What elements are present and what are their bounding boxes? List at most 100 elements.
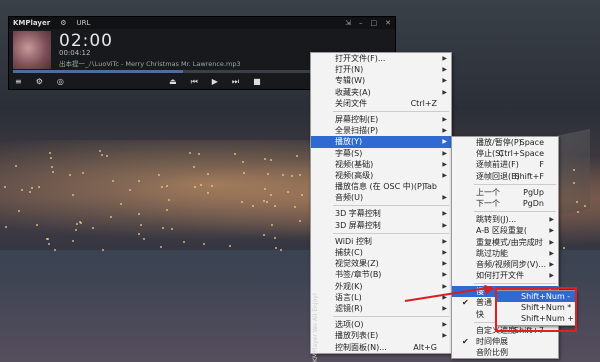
pin-icon[interactable]: ⇲ [345,19,351,27]
submenu-arrow-icon: ▶ [442,171,447,179]
submenu-arrow-icon: ▶ [442,321,447,329]
url-tab[interactable]: URL [76,19,90,27]
light-dot [194,185,197,188]
play-menu-item[interactable]: 逐帧前进(F) F [452,159,558,170]
gear-icon[interactable]: ⚙ [36,77,43,86]
transport-controls: ⏏ ⏮ ▶ ⏭ ■ [169,77,261,87]
eject-icon[interactable]: ⏏ [169,77,177,87]
main-menu-item[interactable]: 滤镜(R) ▶ [311,303,451,314]
shortcut-label: Alt+G [413,342,437,352]
main-menu-item[interactable]: 3D 屏幕控制 ▶ [311,220,451,231]
light-dot [211,185,214,187]
light-dot [5,225,8,228]
stop-icon[interactable]: ■ [253,77,261,87]
main-menu-item[interactable]: 字幕(S) ▶ [311,148,451,159]
main-menu-item[interactable]: 音频(U) ▶ [311,192,451,203]
settings-icon[interactable]: ⚙ [60,19,66,27]
play-menu-item[interactable]: 重复模式/由完成时 ▶ [452,237,558,248]
main-menu-item-label: 捕获(C) [335,248,363,257]
main-menu-item[interactable]: 播放列表(E) ▶ [311,330,451,341]
maximize-icon[interactable]: □ [371,19,378,27]
main-menu-item[interactable]: 外观(K) ▶ [311,281,451,292]
light-dot [206,191,209,194]
main-menu-item[interactable]: WiDi 控制 ▶ [311,236,451,247]
submenu-arrow-icon: ▶ [442,304,447,312]
main-menu-item[interactable]: 打开文件(F)... ▶ [311,53,451,64]
light-dot [160,245,163,248]
main-menu-item-label: 屏幕控制(E) [335,114,379,124]
play-menu-item[interactable]: 跳转到(J)... ▶ [452,214,558,225]
play-menu-item[interactable]: 跳过功能 ▶ [452,248,558,259]
light-dot [31,186,34,189]
main-menu-item[interactable]: 书签/章节(B) ▶ [311,269,451,280]
main-menu-item-label: 3D 字幕控制 [335,209,381,219]
light-dot [137,233,140,236]
play-menu-item[interactable]: ✔ 时间伸展 [452,336,558,347]
main-menu-item[interactable]: 视频(高级) ▶ [311,170,451,181]
playlist-icon[interactable]: ≡ [15,77,22,86]
main-menu-item-label: 语言(L) [335,292,362,302]
main-menu-item-label: 视频(基础) [335,159,374,169]
light-dot [53,249,56,252]
play-icon[interactable]: ▶ [212,77,218,87]
light-dot [160,185,163,188]
play-menu-item[interactable]: A-B 区段重复(▶ [452,225,558,236]
submenu-arrow-icon: ▶ [442,149,447,157]
play-menu-item[interactable]: 上一个 PgUp [452,187,558,198]
next-icon[interactable]: ⏭ [232,77,239,87]
main-menu-item[interactable]: 控制面板(N)... Alt+G [311,342,451,353]
brand-side-label: KMPlayer We All Enjoy! [312,292,319,362]
play-menu-item-label: 上一个 [476,187,500,197]
main-menu-item-label: 视频(高级) [335,170,374,180]
play-menu-item[interactable]: 播放/暂停(P) Space [452,137,558,148]
play-menu-item[interactable]: 逐帧回退(B) Shift+F [452,171,558,182]
main-menu-item[interactable]: 专辑(W) ▶ [311,75,451,86]
main-menu-item-label: 关闭文件 [335,98,367,108]
main-menu-item[interactable]: 收藏夹(A) ▶ [311,87,451,98]
main-menu-item[interactable]: 全景扫描(P) ▶ [311,125,451,136]
play-menu-item[interactable]: 停止(S) Ctrl+Space [452,148,558,159]
3d-icon[interactable]: ◎ [57,77,64,86]
light-dot [105,155,108,157]
light-dot [28,191,31,194]
main-menu-item-label: 播放(Y) [335,137,363,147]
main-menu-item[interactable]: 捕获(C) ▶ [311,247,451,258]
main-menu-item[interactable]: 打开(N) ▶ [311,64,451,75]
play-menu-item[interactable]: 如何打开文件 ▶ [452,270,558,281]
light-dot [264,157,267,160]
light-dot [262,199,265,202]
play-menu-item[interactable]: 下一个 PgDn [452,198,558,209]
main-menu-item[interactable]: 屏幕控制(E) ▶ [311,114,451,125]
checkmark-icon: ✔ [462,298,469,308]
main-menu-item[interactable]: 3D 字幕控制 ▶ [311,208,451,219]
light-dot [192,165,195,168]
submenu-arrow-icon: ▶ [442,237,447,245]
submenu-arrow-icon: ▶ [549,260,554,268]
main-menu-item[interactable]: 视觉效果(Z) ▶ [311,258,451,269]
light-dot [576,210,579,213]
play-menu-item[interactable]: 音频/视频同步(V)... ▶ [452,259,558,270]
main-menu-item[interactable]: 播放信息 (在 OSC 中)(P) Tab [311,181,451,192]
main-menu-item[interactable]: 视频(基础) ▶ [311,159,451,170]
light-dot [298,220,301,223]
main-menu-item[interactable]: 关闭文件 Ctrl+Z [311,98,451,109]
main-menu-item[interactable]: 选项(O) ▶ [311,319,451,330]
play-menu-item[interactable]: 音阶比例 [452,347,558,358]
player-titlebar[interactable]: KMPlayer ⚙ URL ⇲ – □ ✕ [9,17,395,29]
annotation-highlight-box [495,287,577,332]
close-icon[interactable]: ✕ [385,19,391,27]
main-context-menu[interactable]: 打开文件(F)... ▶ 打开(N) ▶ 专辑(W) ▶ 收藏夹(A) ▶ 关闭文件 Ctrl+Z… [310,52,452,354]
previous-icon[interactable]: ⏮ [191,77,198,87]
submenu-arrow-icon: ▶ [442,221,447,229]
submenu-arrow-icon: ▶ [442,282,447,290]
light-dot [167,198,170,201]
main-menu-item-label: 选项(O) [335,320,364,330]
main-menu-item[interactable]: 播放(Y) ▶ [311,136,451,148]
light-dot [299,173,302,176]
play-menu-item-label: 快 [476,309,484,319]
submenu-arrow-icon: ▶ [442,271,447,279]
minimize-icon[interactable]: – [359,19,363,27]
submenu-arrow-icon: ▶ [442,77,447,85]
light-dot [242,160,245,163]
play-menu-item-label: 普通 [476,298,492,308]
